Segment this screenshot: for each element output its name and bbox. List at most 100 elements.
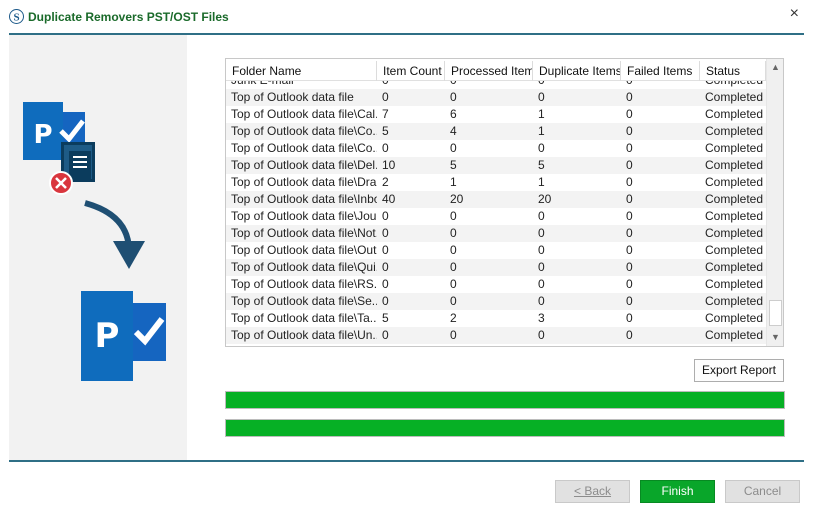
cell-duplicate-items: 0 bbox=[538, 243, 545, 257]
curved-arrow-down-icon bbox=[84, 200, 145, 269]
table-row[interactable]: Top of Outlook data file\Out... 0 0 0 0 Compl… bbox=[226, 242, 766, 259]
cell-status: Completed bbox=[705, 243, 764, 257]
table-row[interactable]: Top of Outlook data file\Se... 0 0 0 0 Comple… bbox=[226, 293, 766, 310]
cell-processed-items: 0 bbox=[450, 209, 457, 223]
table-row[interactable]: Top of Outlook data file 0 0 0 0 Completed bbox=[226, 89, 766, 106]
cell-processed-items: 0 bbox=[450, 243, 457, 257]
cell-item-count: 0 bbox=[382, 209, 389, 223]
cell-folder-name: Top of Outlook data file\RS... bbox=[231, 277, 377, 291]
cell-processed-items: 2 bbox=[450, 311, 457, 325]
table-scrollbar[interactable]: ▲ ▼ bbox=[766, 59, 783, 346]
cell-duplicate-items: 1 bbox=[538, 107, 545, 121]
cell-folder-name: Top of Outlook data file\Dra... bbox=[231, 175, 377, 189]
cell-duplicate-items: 0 bbox=[538, 328, 545, 342]
scroll-up-icon[interactable]: ▲ bbox=[767, 59, 783, 76]
table-row[interactable]: Top of Outlook data file\Jou... 0 0 0 0 Compl… bbox=[226, 208, 766, 225]
cell-duplicate-items: 0 bbox=[538, 90, 545, 104]
table-row[interactable]: Top of Outlook data file\Not... 0 0 0 0 Compl… bbox=[226, 225, 766, 242]
table-row[interactable]: Top of Outlook data file\Inbox 40 20 20 0 Com… bbox=[226, 191, 766, 208]
export-report-button[interactable]: Export Report bbox=[694, 359, 784, 382]
cell-duplicate-items: 0 bbox=[538, 277, 545, 291]
cell-status: Completed bbox=[705, 141, 764, 155]
cell-item-count: 0 bbox=[382, 90, 389, 104]
column-header-status[interactable]: Status bbox=[700, 61, 766, 81]
cell-duplicate-items: 0 bbox=[538, 294, 545, 308]
results-table[interactable]: Folder Name Item Count Processed Items D… bbox=[225, 58, 784, 347]
cancel-button[interactable]: Cancel bbox=[725, 480, 800, 503]
cell-failed-items: 0 bbox=[626, 158, 633, 172]
progress-bar-2 bbox=[225, 419, 785, 437]
column-header-duplicate-items[interactable]: Duplicate Items bbox=[533, 61, 621, 81]
cell-status: Completed bbox=[705, 328, 764, 342]
cell-duplicate-items: 0 bbox=[538, 141, 545, 155]
table-row[interactable]: Top of Outlook data file\Dra... 2 1 1 0 Compl… bbox=[226, 174, 766, 191]
window-title: Duplicate Removers PST/OST Files bbox=[28, 10, 229, 24]
cell-folder-name: Top of Outlook data file\Not... bbox=[231, 226, 377, 240]
cell-item-count: 40 bbox=[382, 192, 396, 206]
back-button[interactable]: < Back bbox=[555, 480, 630, 503]
table-row[interactable]: Top of Outlook data file\Co... 5 4 1 0 Comple… bbox=[226, 123, 766, 140]
column-header-folder-name[interactable]: Folder Name bbox=[226, 61, 377, 81]
cell-folder-name: Top of Outlook data file\Qui... bbox=[231, 260, 377, 274]
cell-duplicate-items: 1 bbox=[538, 124, 545, 138]
table-row[interactable]: Top of Outlook data file\RS... 0 0 0 0 Comple… bbox=[226, 276, 766, 293]
cell-folder-name: Top of Outlook data file\Se... bbox=[231, 294, 377, 308]
scroll-down-icon[interactable]: ▼ bbox=[767, 329, 783, 346]
table-row[interactable]: Top of Outlook data file\Cal... 7 6 1 0 Compl… bbox=[226, 106, 766, 123]
cell-processed-items: 0 bbox=[450, 294, 457, 308]
illustration-panel: P P bbox=[9, 35, 187, 460]
cell-failed-items: 0 bbox=[626, 192, 633, 206]
cell-failed-items: 0 bbox=[626, 243, 633, 257]
cell-processed-items: 0 bbox=[450, 277, 457, 291]
cell-failed-items: 0 bbox=[626, 209, 633, 223]
cell-folder-name: Top of Outlook data file bbox=[231, 90, 354, 104]
table-row[interactable]: Top of Outlook data file\Ta... 5 2 3 0 Comple… bbox=[226, 310, 766, 327]
column-header-failed-items[interactable]: Failed Items bbox=[621, 61, 700, 81]
cell-failed-items: 0 bbox=[626, 141, 633, 155]
cell-item-count: 5 bbox=[382, 311, 389, 325]
cell-item-count: 0 bbox=[382, 277, 389, 291]
stellar-s-logo-icon: S bbox=[9, 9, 24, 24]
cell-duplicate-items: 0 bbox=[538, 209, 545, 223]
cell-duplicate-items: 0 bbox=[538, 260, 545, 274]
cell-item-count: 7 bbox=[382, 107, 389, 121]
table-body: Junk E-mail0000CompletedTop of Outlook d… bbox=[226, 72, 766, 344]
cell-status: Completed bbox=[705, 90, 764, 104]
progress-fill-1 bbox=[226, 392, 784, 408]
column-header-processed-items[interactable]: Processed Items bbox=[445, 61, 533, 81]
cell-duplicate-items: 5 bbox=[538, 158, 545, 172]
outlook-pst-file-icon: P bbox=[81, 291, 166, 381]
cell-item-count: 2 bbox=[382, 175, 389, 189]
cell-folder-name: Top of Outlook data file\Co... bbox=[231, 141, 377, 155]
cell-status: Completed bbox=[705, 158, 764, 172]
cell-item-count: 10 bbox=[382, 158, 396, 172]
cell-failed-items: 0 bbox=[626, 260, 633, 274]
table-row[interactable]: Top of Outlook data file\Qui... 0 0 0 0 Compl… bbox=[226, 259, 766, 276]
close-icon[interactable]: × bbox=[790, 5, 799, 23]
svg-text:S: S bbox=[13, 12, 19, 24]
column-header-item-count[interactable]: Item Count bbox=[377, 61, 445, 81]
cell-duplicate-items: 3 bbox=[538, 311, 545, 325]
cell-item-count: 0 bbox=[382, 328, 389, 342]
cell-folder-name: Top of Outlook data file\Co... bbox=[231, 124, 377, 138]
cell-item-count: 0 bbox=[382, 226, 389, 240]
scroll-thumb[interactable] bbox=[769, 300, 782, 326]
cell-item-count: 5 bbox=[382, 124, 389, 138]
cell-failed-items: 0 bbox=[626, 175, 633, 189]
finish-button[interactable]: Finish bbox=[640, 480, 715, 503]
bottom-divider bbox=[9, 460, 804, 462]
svg-text:P: P bbox=[95, 316, 120, 356]
cell-processed-items: 20 bbox=[450, 192, 464, 206]
cell-item-count: 0 bbox=[382, 294, 389, 308]
table-row[interactable]: Top of Outlook data file\Un... 0 0 0 0 Comple… bbox=[226, 327, 766, 344]
cell-status: Completed bbox=[705, 260, 764, 274]
cell-failed-items: 0 bbox=[626, 277, 633, 291]
table-row[interactable]: Top of Outlook data file\Co... 0 0 0 0 Comple… bbox=[226, 140, 766, 157]
table-row[interactable]: Top of Outlook data file\Del... 10 5 5 0 Comp… bbox=[226, 157, 766, 174]
cell-processed-items: 0 bbox=[450, 141, 457, 155]
cell-item-count: 0 bbox=[382, 141, 389, 155]
cell-processed-items: 0 bbox=[450, 90, 457, 104]
cell-status: Completed bbox=[705, 107, 764, 121]
cell-status: Completed bbox=[705, 294, 764, 308]
cell-status: Completed bbox=[705, 124, 764, 138]
